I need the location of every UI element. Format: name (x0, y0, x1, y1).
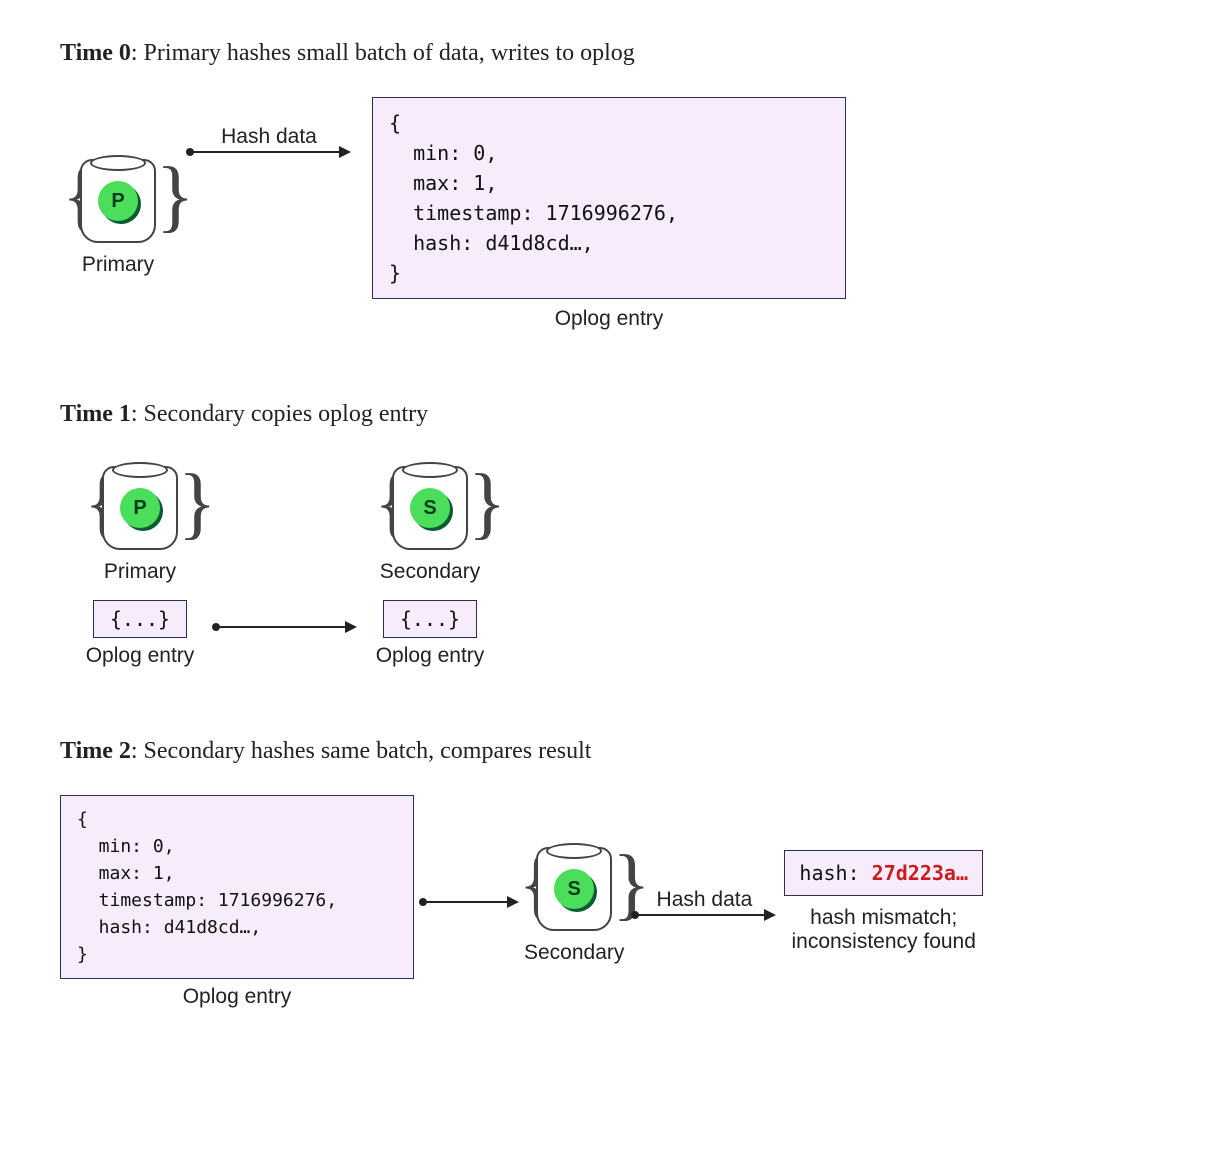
arrow-icon (422, 901, 517, 903)
node-ball-icon: S (410, 488, 450, 528)
database-primary-icon: { P } (92, 458, 188, 554)
database-secondary-icon: { S } (382, 458, 478, 554)
brace-left-icon: { (374, 458, 392, 554)
jar-lid-icon (402, 462, 458, 478)
time0-title: Time 0: Primary hashes small batch of da… (60, 40, 1152, 67)
hash-result-col: hash: 27d223a… hash mismatch; inconsiste… (784, 850, 983, 954)
primary-col: { P } Primary {...} Oplog entry (70, 458, 210, 668)
time2-title: Time 2: Secondary hashes same batch, com… (60, 738, 1152, 765)
hash-prefix: hash: (799, 861, 871, 885)
brace-left-icon: { (84, 458, 102, 554)
node-ball-icon: P (98, 181, 138, 221)
secondary-label: Secondary (380, 560, 480, 584)
copy-arrow-wrap (210, 458, 360, 628)
primary-node-col: { P } Primary (70, 151, 166, 277)
hash-data-label: Hash data (657, 888, 753, 912)
node-letter: P (133, 497, 146, 520)
mismatch-line1: hash mismatch; (810, 906, 957, 930)
jar-lid-icon (112, 462, 168, 478)
hash-value: 27d223a… (872, 861, 968, 885)
database-secondary-icon: { S } (526, 839, 622, 935)
oplog-code-box: { min: 0, max: 1, timestamp: 1716996276,… (372, 97, 846, 299)
time1-title-bold: Time 1 (60, 401, 131, 427)
node-ball-icon: S (554, 869, 594, 909)
time1-section: Time 1: Secondary copies oplog entry { P… (60, 401, 1152, 668)
secondary-node-col: { S } Secondary (524, 839, 624, 965)
oplog-label: Oplog entry (555, 307, 664, 331)
oplog-entry-col: { min: 0, max: 1, timestamp: 1716996276,… (372, 97, 846, 331)
database-primary-icon: { P } (70, 151, 166, 247)
node-letter: S (568, 878, 581, 901)
primary-label: Primary (104, 560, 176, 584)
arrow-icon (215, 626, 355, 628)
primary-label: Primary (82, 253, 154, 277)
left-arrow-wrap (414, 842, 524, 962)
time1-title-rest: : Secondary copies oplog entry (131, 401, 428, 427)
time1-title: Time 1: Secondary copies oplog entry (60, 401, 1152, 428)
time2-section: Time 2: Secondary hashes same batch, com… (60, 738, 1152, 1009)
secondary-oplog-label: Oplog entry (376, 644, 485, 668)
brace-left-icon: { (62, 151, 80, 247)
time0-title-rest: : Primary hashes small batch of data, wr… (131, 40, 635, 66)
node-letter: P (111, 190, 124, 213)
brace-left-icon: { (518, 839, 536, 935)
oplog-label: Oplog entry (183, 985, 292, 1009)
brace-right-icon: } (178, 458, 196, 554)
jar-lid-icon (546, 843, 602, 859)
arrow-icon (189, 151, 349, 153)
time2-title-bold: Time 2 (60, 738, 131, 764)
mismatch-line2: inconsistency found (791, 930, 975, 954)
brace-right-icon: } (468, 458, 486, 554)
secondary-label: Secondary (524, 941, 624, 965)
secondary-oplog-box: {...} (383, 600, 477, 638)
node-letter: S (423, 497, 436, 520)
oplog-code-box: { min: 0, max: 1, timestamp: 1716996276,… (60, 795, 414, 979)
brace-right-icon: } (612, 839, 630, 935)
arrow-icon (634, 914, 774, 916)
oplog-entry-col: { min: 0, max: 1, timestamp: 1716996276,… (60, 795, 414, 1009)
time2-title-rest: : Secondary hashes same batch, compares … (131, 738, 592, 764)
hash-data-label: Hash data (221, 125, 317, 149)
jar-lid-icon (90, 155, 146, 171)
time0-title-bold: Time 0 (60, 40, 131, 66)
hash-arrow-col: Hash data (184, 97, 354, 153)
hash-result-box: hash: 27d223a… (784, 850, 983, 896)
secondary-col: { S } Secondary {...} Oplog entry (360, 458, 500, 668)
primary-oplog-label: Oplog entry (86, 644, 195, 668)
brace-right-icon: } (156, 151, 174, 247)
node-ball-icon: P (120, 488, 160, 528)
time0-section: Time 0: Primary hashes small batch of da… (60, 40, 1152, 331)
primary-oplog-box: {...} (93, 600, 187, 638)
